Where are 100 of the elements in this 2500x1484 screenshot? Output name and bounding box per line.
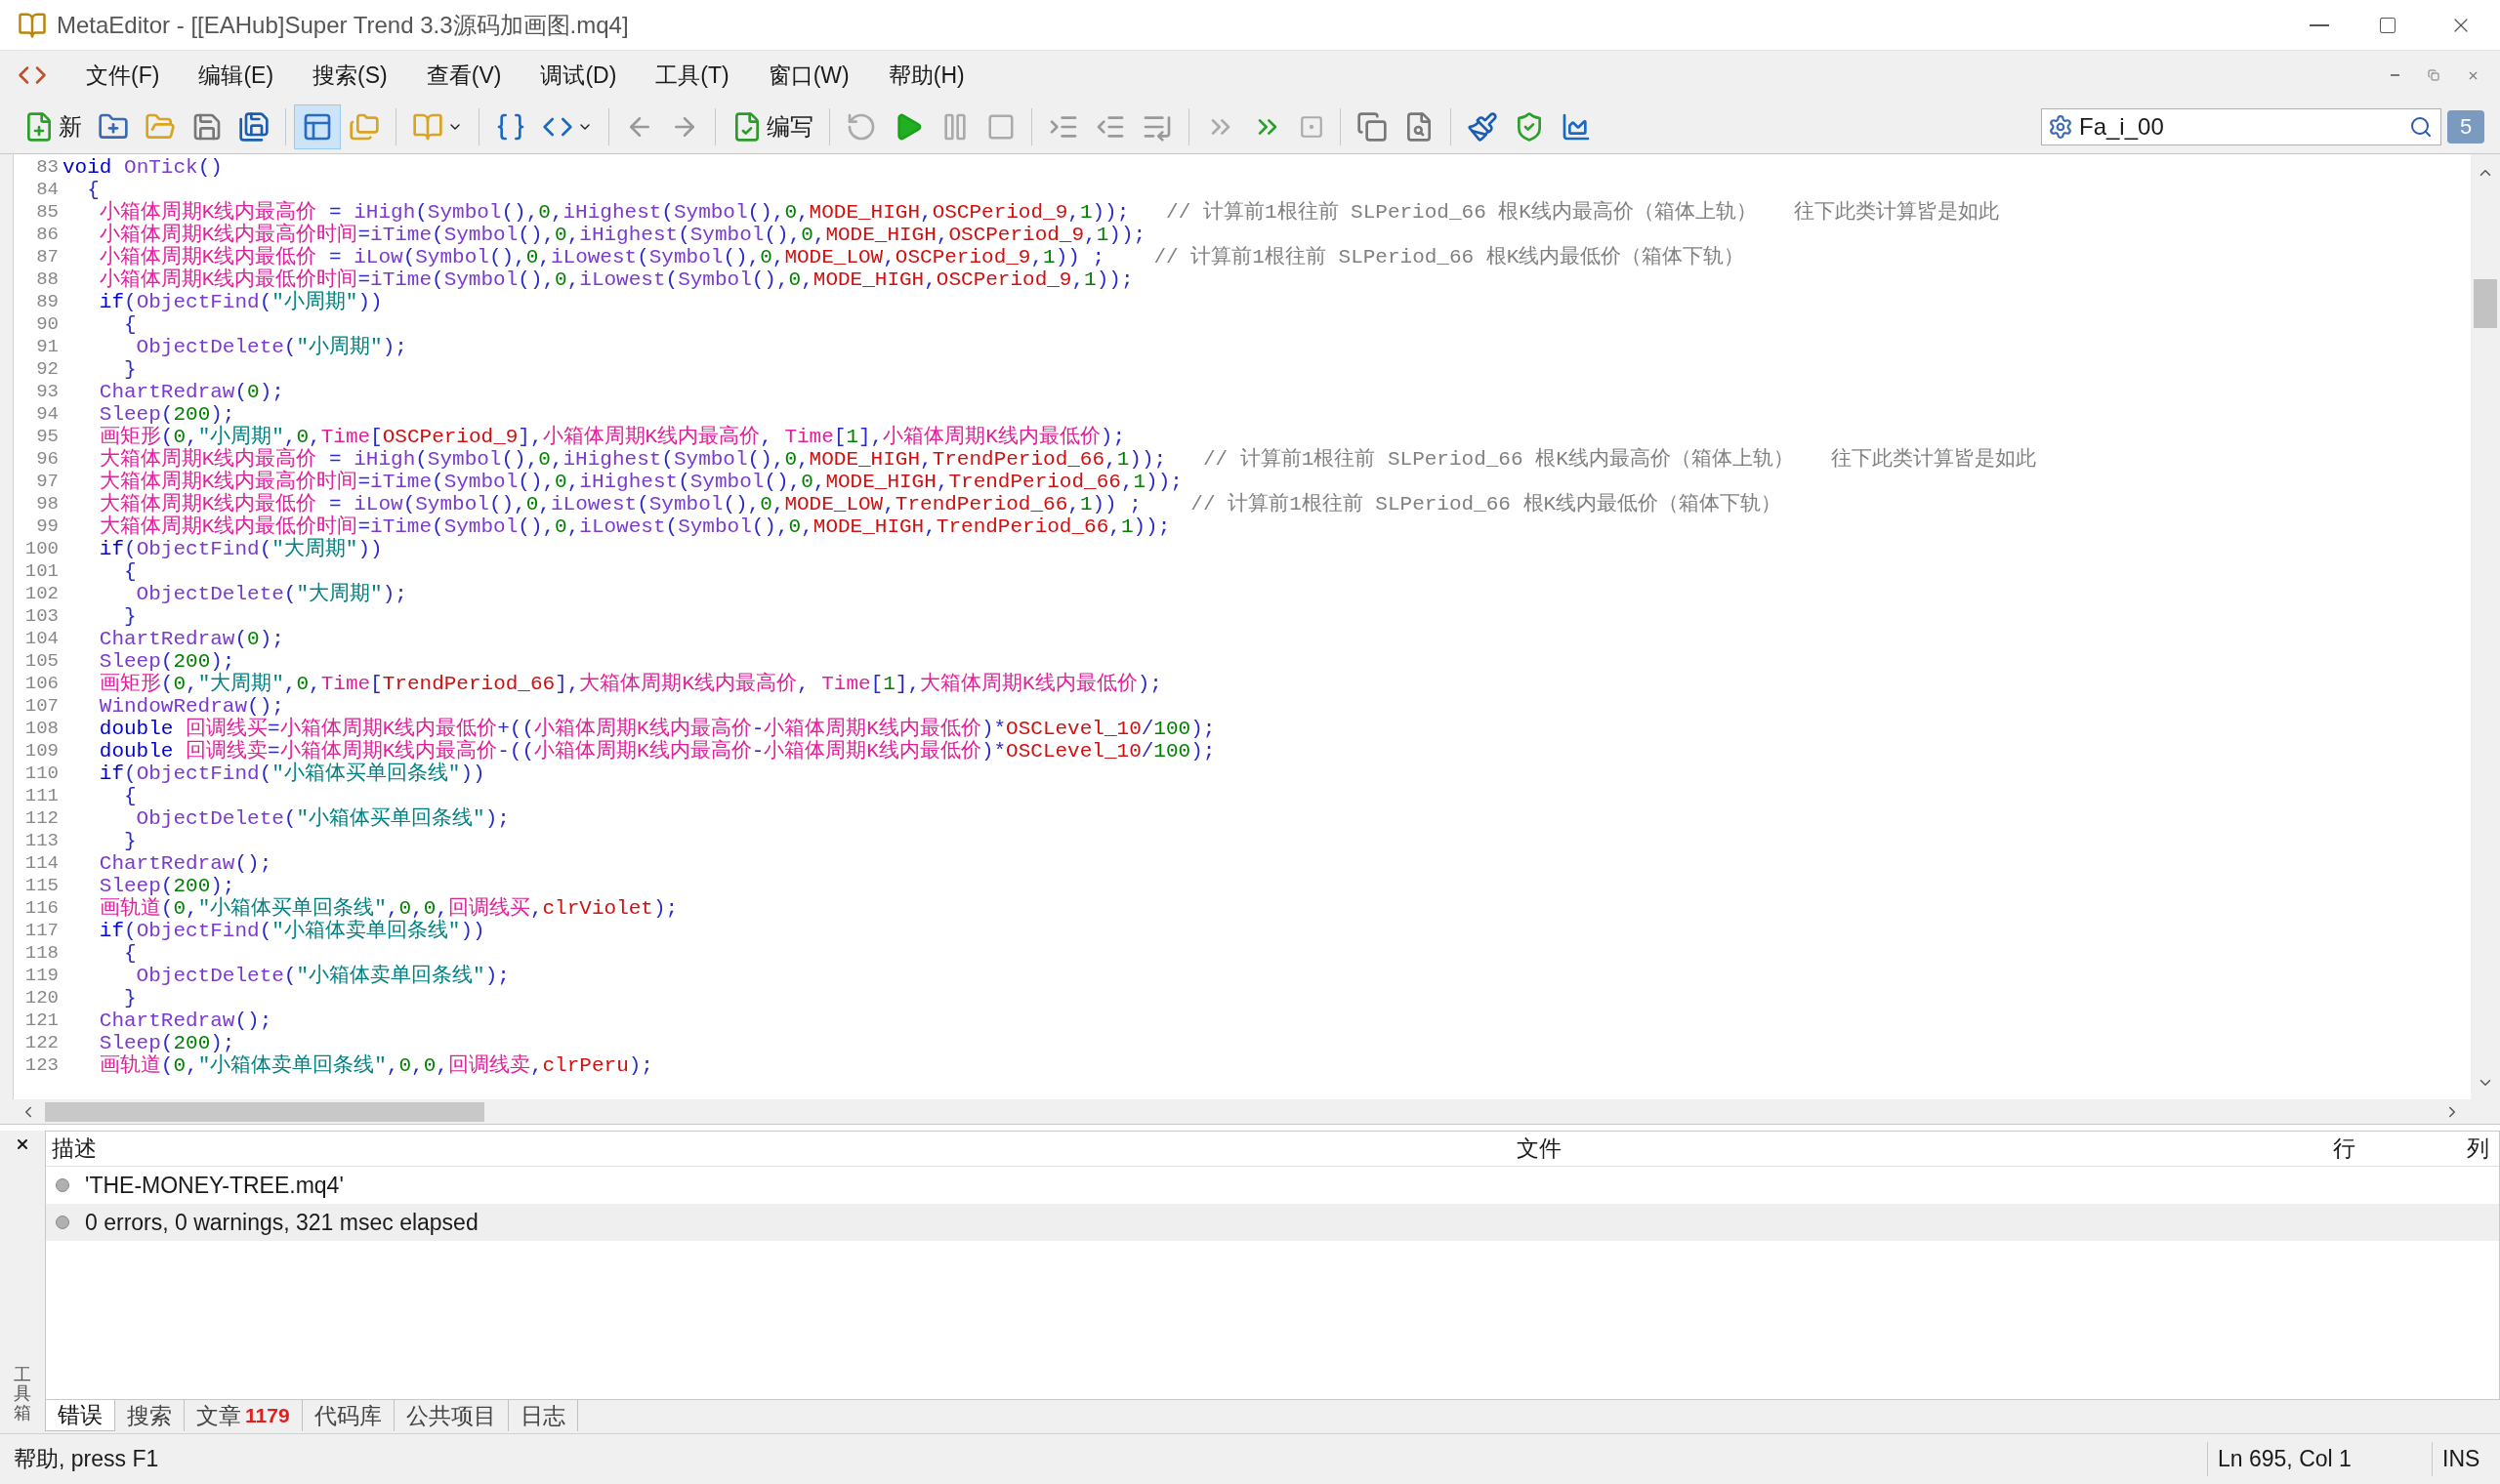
search-field[interactable]: Fa_i_00 (2041, 107, 2441, 145)
new-file-button[interactable]: 新 (16, 103, 90, 149)
line-number: 122 (23, 1032, 60, 1054)
line-number: 93 (35, 381, 60, 403)
line-number: 121 (23, 1010, 60, 1032)
line-number: 113 (23, 830, 60, 852)
code-line: void OnTick() (62, 156, 223, 179)
code-line: 小箱体周期K线内最高价 = iHigh(Symbol(),0,iHighest(Symbol(),0,MODE_HIGH,OSCPeriod_9,1)); // 计算前1根往前 SLPeriod_66 根K线内最高价（箱体上轨） 往下此类计算皆是如此 (98, 201, 1999, 224)
menu-item[interactable]: 编辑(E) (179, 54, 294, 97)
line-number: 101 (23, 560, 60, 583)
scroll-thumb[interactable] (2474, 279, 2497, 328)
code-line: } (123, 605, 137, 628)
minimize-icon (2310, 23, 2329, 26)
article-count: 1179 (245, 1403, 290, 1429)
line-number: 120 (23, 987, 60, 1010)
code-line: } (123, 987, 137, 1010)
line-number: 99 (35, 515, 60, 538)
search-icon (2409, 114, 2433, 139)
message-row[interactable]: 0 errors, 0 warnings, 321 msec elapsed (46, 1204, 2499, 1241)
line-number: 123 (23, 1054, 60, 1077)
line-number: 112 (23, 807, 60, 830)
code-line: 画矩形(0,"大周期",0,Time[TrendPeriod_66],大箱体周期K线内最高价, Time[1],大箱体周期K线内最低价); (98, 673, 1162, 695)
menu-item[interactable]: 工具(T) (636, 54, 749, 97)
code-line: WindowRedraw(); (98, 695, 284, 718)
line-number: 87 (35, 246, 60, 268)
code-line: 画矩形(0,"小周期",0,Time[OSCPeriod_9],小箱体周期K线内最高价, Time[1],小箱体周期K线内最低价); (98, 426, 1126, 448)
code-line: ChartRedraw(); (98, 1010, 272, 1032)
code-line: { (123, 785, 137, 807)
menu-item[interactable]: 文件(F) (66, 54, 180, 97)
status-help: 帮助, press F1 (13, 1445, 160, 1474)
toolbox-label: 工具箱 (14, 1365, 31, 1423)
column-header[interactable]: 列 (2365, 1132, 2499, 1166)
search-input[interactable]: Fa_i_00 (2079, 108, 2401, 144)
square-icon (1299, 113, 1324, 140)
column-header[interactable]: 描述 (46, 1132, 1511, 1166)
panel-tab[interactable]: 文章 1179 (185, 1400, 303, 1431)
maximize-icon (2378, 15, 2397, 35)
line-number: 94 (35, 403, 60, 426)
line-number: 118 (23, 942, 60, 965)
line-number: 116 (23, 897, 60, 920)
line-number: 117 (23, 920, 60, 942)
brush-icon (1467, 110, 1498, 143)
menu-item[interactable]: 帮助(H) (868, 54, 984, 97)
line-number: 107 (23, 695, 60, 718)
code-line: if(ObjectFind("小周期")) (98, 291, 383, 313)
menu-item[interactable]: 窗口(W) (748, 54, 869, 97)
code-line: 画轨道(0,"小箱体卖单回条线",0,0,回调线卖,clrPeru); (98, 1054, 653, 1077)
line-number: 109 (23, 740, 60, 763)
line-number: 102 (23, 583, 60, 605)
code-line: Sleep(200); (98, 650, 235, 673)
menu-item[interactable]: 调试(D) (521, 54, 637, 97)
line-number: 91 (35, 336, 60, 358)
code-line: 大箱体周期K线内最低价时间=iTime(Symbol(),0,iLowest(Symbol(),0,MODE_HIGH,TrendPeriod_66,1)); (98, 515, 1171, 538)
code-line: { (86, 179, 100, 201)
status-position: Ln 695, Col 1 (2207, 1442, 2432, 1476)
code-line: ChartRedraw(); (98, 852, 272, 875)
line-number: 98 (35, 493, 60, 515)
column-header[interactable]: 文件 (1511, 1132, 2243, 1166)
panel-tab[interactable]: 搜索 (115, 1400, 185, 1431)
line-number: 96 (35, 448, 60, 471)
code-line: 画轨道(0,"小箱体买单回条线",0,0,回调线买,clrViolet); (98, 897, 679, 920)
code-line: Sleep(200); (98, 1032, 235, 1054)
code-line: if(ObjectFind("小箱体卖单回条线")) (98, 920, 485, 942)
panel-tab[interactable]: 代码库 (302, 1400, 395, 1431)
compile-button[interactable]: 编写 (724, 103, 821, 149)
line-number: 114 (23, 852, 60, 875)
line-number: 85 (35, 201, 60, 224)
line-number: 88 (35, 268, 60, 291)
code-line: 大箱体周期K线内最低价 = iLow(Symbol(),0,iLowest(Symbol(),0,MODE_LOW,TrendPeriod_66,1)) ; // 计算前1根往前 SLPeriod_66 根K线内最低价（箱体下轨） (98, 493, 1782, 515)
window-title: MetaEditor - [[EAHub]Super Trend 3.3源码加画图.mq4] (57, 10, 629, 40)
line-number: 84 (35, 179, 60, 201)
code-line: if(ObjectFind("大周期")) (98, 538, 383, 560)
line-number: 108 (23, 718, 60, 740)
code-line: Sleep(200); (98, 403, 235, 426)
close-icon (15, 1136, 30, 1152)
line-number: 83 (35, 156, 60, 179)
code-line: ObjectDelete("大周期"); (135, 583, 407, 605)
code-line: double 回调线卖=小箱体周期K线内最高价-((小箱体周期K线内最高价-小箱体周期K线内最低价)*OSCLevel_10/100); (98, 740, 1216, 763)
panel-tab[interactable]: 公共项目 (394, 1400, 509, 1431)
line-number: 115 (23, 875, 60, 897)
column-header[interactable]: 行 (2243, 1132, 2365, 1166)
line-number: 89 (35, 291, 60, 313)
line-number: 105 (23, 650, 60, 673)
menu-item[interactable]: 搜索(S) (293, 54, 407, 97)
panel-tab[interactable]: 错误 (45, 1400, 115, 1431)
menu-item[interactable]: 查看(V) (406, 54, 521, 97)
code-line: { (123, 560, 137, 583)
navigator-toggle[interactable] (294, 103, 341, 149)
status-mode: INS (2432, 1442, 2490, 1476)
code-line: } (123, 830, 137, 852)
line-number: 100 (23, 538, 60, 560)
line-number: 103 (23, 605, 60, 628)
gear-icon (2048, 113, 2073, 140)
scroll-thumb[interactable] (45, 1101, 484, 1122)
save-all-icon (238, 110, 270, 143)
line-number: 97 (35, 471, 60, 493)
message-text: 0 errors, 0 warnings, 321 msec elapsed (85, 1208, 479, 1237)
code-line: 小箱体周期K线内最高价时间=iTime(Symbol(),0,iHighest(Symbol(),0,MODE_HIGH,OSCPeriod_9,1)); (98, 224, 1146, 246)
restore-icon (2428, 69, 2439, 81)
panel-tab[interactable]: 日志 (508, 1400, 578, 1431)
